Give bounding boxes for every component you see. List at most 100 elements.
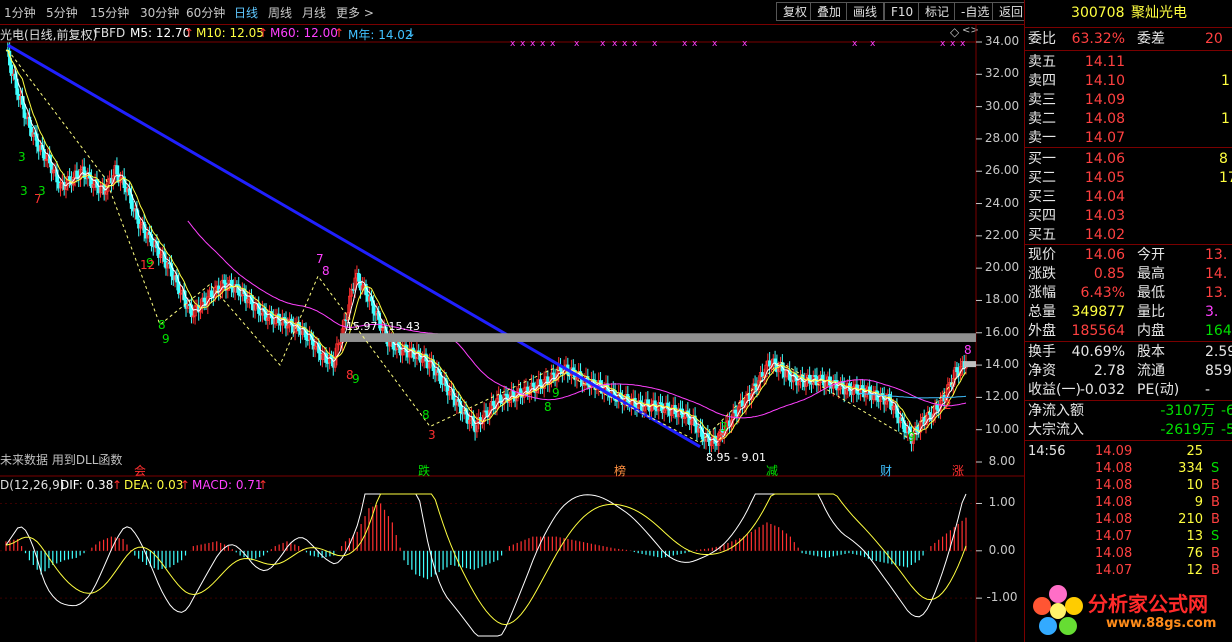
ask-price: 14.11 [1084, 54, 1125, 70]
candle-body [935, 404, 939, 410]
signal-mark: x [574, 39, 580, 49]
ask-price: 14.09 [1084, 92, 1125, 108]
arrow-up-icon: ↑ [258, 478, 269, 492]
flow-value: -3107万 [1160, 403, 1215, 419]
signal-mark: x [870, 39, 876, 49]
macd-legend: D(12,26,9) DIF: 0.38 ↑ DEA: 0.03 ↑ MACD:… [0, 478, 976, 494]
watermark-url: www.88gs.com [1106, 616, 1217, 631]
quote-value: 185564 [1071, 323, 1125, 339]
quote-label: 外盘 [1028, 323, 1056, 339]
stock-name: 聚灿光电 [1130, 5, 1187, 21]
order-ratio-label: 委比 [1028, 31, 1056, 47]
signal-mark: x [940, 39, 946, 49]
candle-body [75, 170, 79, 178]
macd-tick-label: -1.00 [986, 590, 1018, 605]
bid-volume: 8 [1219, 151, 1228, 167]
bid-price: 14.04 [1084, 189, 1125, 205]
price-tick-label: 16.00 [984, 324, 1020, 339]
bid-label: 买一 [1028, 151, 1056, 167]
flow-row: 净流入额 -3107万 -6 [1025, 402, 1232, 421]
count-label: 8 [422, 408, 430, 422]
signal-mark: x [950, 39, 956, 49]
tick-volume: 9 [1194, 495, 1203, 510]
bid-row[interactable]: 买三 14.04 [1025, 188, 1232, 207]
candle-body [740, 400, 744, 407]
tick-price: 14.07 [1095, 563, 1133, 578]
bid-price: 14.02 [1084, 227, 1125, 243]
candle-body [860, 385, 864, 390]
tick-row: 14.07 12 B [1025, 562, 1232, 579]
fundamental-row: 换手 40.69% 股本 2.59 [1025, 343, 1232, 362]
ask-label: 卖四 [1028, 73, 1056, 89]
price-tick-label: 20.00 [984, 260, 1020, 275]
quote-label: 涨跌 [1028, 266, 1056, 282]
count-label: 3 [20, 184, 28, 198]
zigzag-line [7, 49, 961, 444]
stock-code: 300708 [1071, 5, 1125, 21]
price-tick-label: 14.00 [984, 357, 1020, 372]
arrow-up-icon: ↑ [112, 478, 123, 492]
count-label: 9 [908, 430, 916, 444]
tick-side: S [1211, 529, 1220, 544]
marker-bang[interactable]: 榜 [614, 462, 626, 479]
signal-mark: x [540, 39, 546, 49]
bid-row[interactable]: 买一 14.06 8 [1025, 150, 1232, 169]
macd-tick-label: 0.00 [988, 542, 1016, 557]
ask-row[interactable]: 卖二 14.08 1 [1025, 110, 1232, 129]
quote-value: 14. [1205, 266, 1228, 282]
quote-row: 总量 349877 量比 3. [1025, 303, 1232, 322]
ask-row[interactable]: 卖三 14.09 [1025, 91, 1232, 110]
tick-volume: 334 [1178, 461, 1203, 476]
ask-row[interactable]: 卖四 14.10 1 [1025, 72, 1232, 91]
quote-value: 13. [1205, 247, 1228, 263]
peak-label: 8 [322, 264, 330, 278]
tick-side: B [1211, 495, 1220, 510]
flow-tail: -5 [1221, 422, 1232, 438]
candle-body [357, 272, 361, 282]
tick-row: 14.08 76 B [1025, 545, 1232, 562]
flow-row: 大宗流入 -2619万 -5 [1025, 421, 1232, 440]
quote-row: 涨幅 6.43% 最低 13. [1025, 284, 1232, 303]
tick-side: S [1211, 461, 1220, 476]
count-label: 3 [38, 184, 46, 198]
tick-row: 14.07 13 S [1025, 528, 1232, 545]
tick-volume: 210 [1178, 512, 1203, 527]
range-band [340, 333, 976, 342]
marker-die[interactable]: 跌 [418, 462, 430, 479]
tick-price: 14.08 [1095, 461, 1133, 476]
signal-mark: x [632, 39, 638, 49]
ask-row[interactable]: 卖一 14.07 [1025, 129, 1232, 148]
bid-row[interactable]: 买五 14.02 [1025, 226, 1232, 245]
tick-volume: 13 [1186, 529, 1203, 544]
count-label: 8 [544, 400, 552, 414]
chart-canvas: xxxxxxxxxxxxxxxxxxxx [0, 24, 1024, 642]
watermark-title: 分析家公式网 [1088, 592, 1208, 616]
flower-logo-icon [1033, 585, 1083, 635]
fund-label: 净资 [1028, 363, 1056, 379]
bid-label: 买五 [1028, 227, 1056, 243]
quote-row: 涨跌 0.85 最高 14. [1025, 265, 1232, 284]
tick-row: 14.08 9 B [1025, 494, 1232, 511]
bid-row[interactable]: 买四 14.03 [1025, 207, 1232, 226]
quote-label: 最低 [1137, 285, 1165, 301]
marker-hui[interactable]: 会 [134, 462, 146, 479]
peak-label: 8 [964, 343, 972, 357]
quote-panel: 300708 聚灿光电 委比 63.32% 委差 20 卖五 14.11 卖四 14.… [1024, 0, 1232, 642]
candle-body [768, 360, 772, 367]
ask-row[interactable]: 卖五 14.11 [1025, 53, 1232, 72]
quote-label: 内盘 [1137, 323, 1165, 339]
marker-zhang[interactable]: 涨 [952, 462, 964, 479]
bid-row[interactable]: 买二 14.05 17 [1025, 169, 1232, 188]
ask-label: 卖三 [1028, 92, 1056, 108]
bid-price: 14.03 [1084, 208, 1125, 224]
quote-value: 3. [1205, 304, 1219, 320]
marker-jian[interactable]: 减 [766, 462, 778, 479]
signal-mark: x [960, 39, 966, 49]
tick-side: B [1211, 546, 1220, 561]
marker-cai[interactable]: 财 [880, 462, 892, 479]
tick-row: 14.08 334 S [1025, 460, 1232, 477]
quote-label: 今开 [1137, 247, 1165, 263]
fund-label: 股本 [1137, 344, 1165, 360]
quote-value: 1643 [1205, 323, 1232, 339]
quote-row: 外盘 185564 内盘 1643 [1025, 322, 1232, 341]
